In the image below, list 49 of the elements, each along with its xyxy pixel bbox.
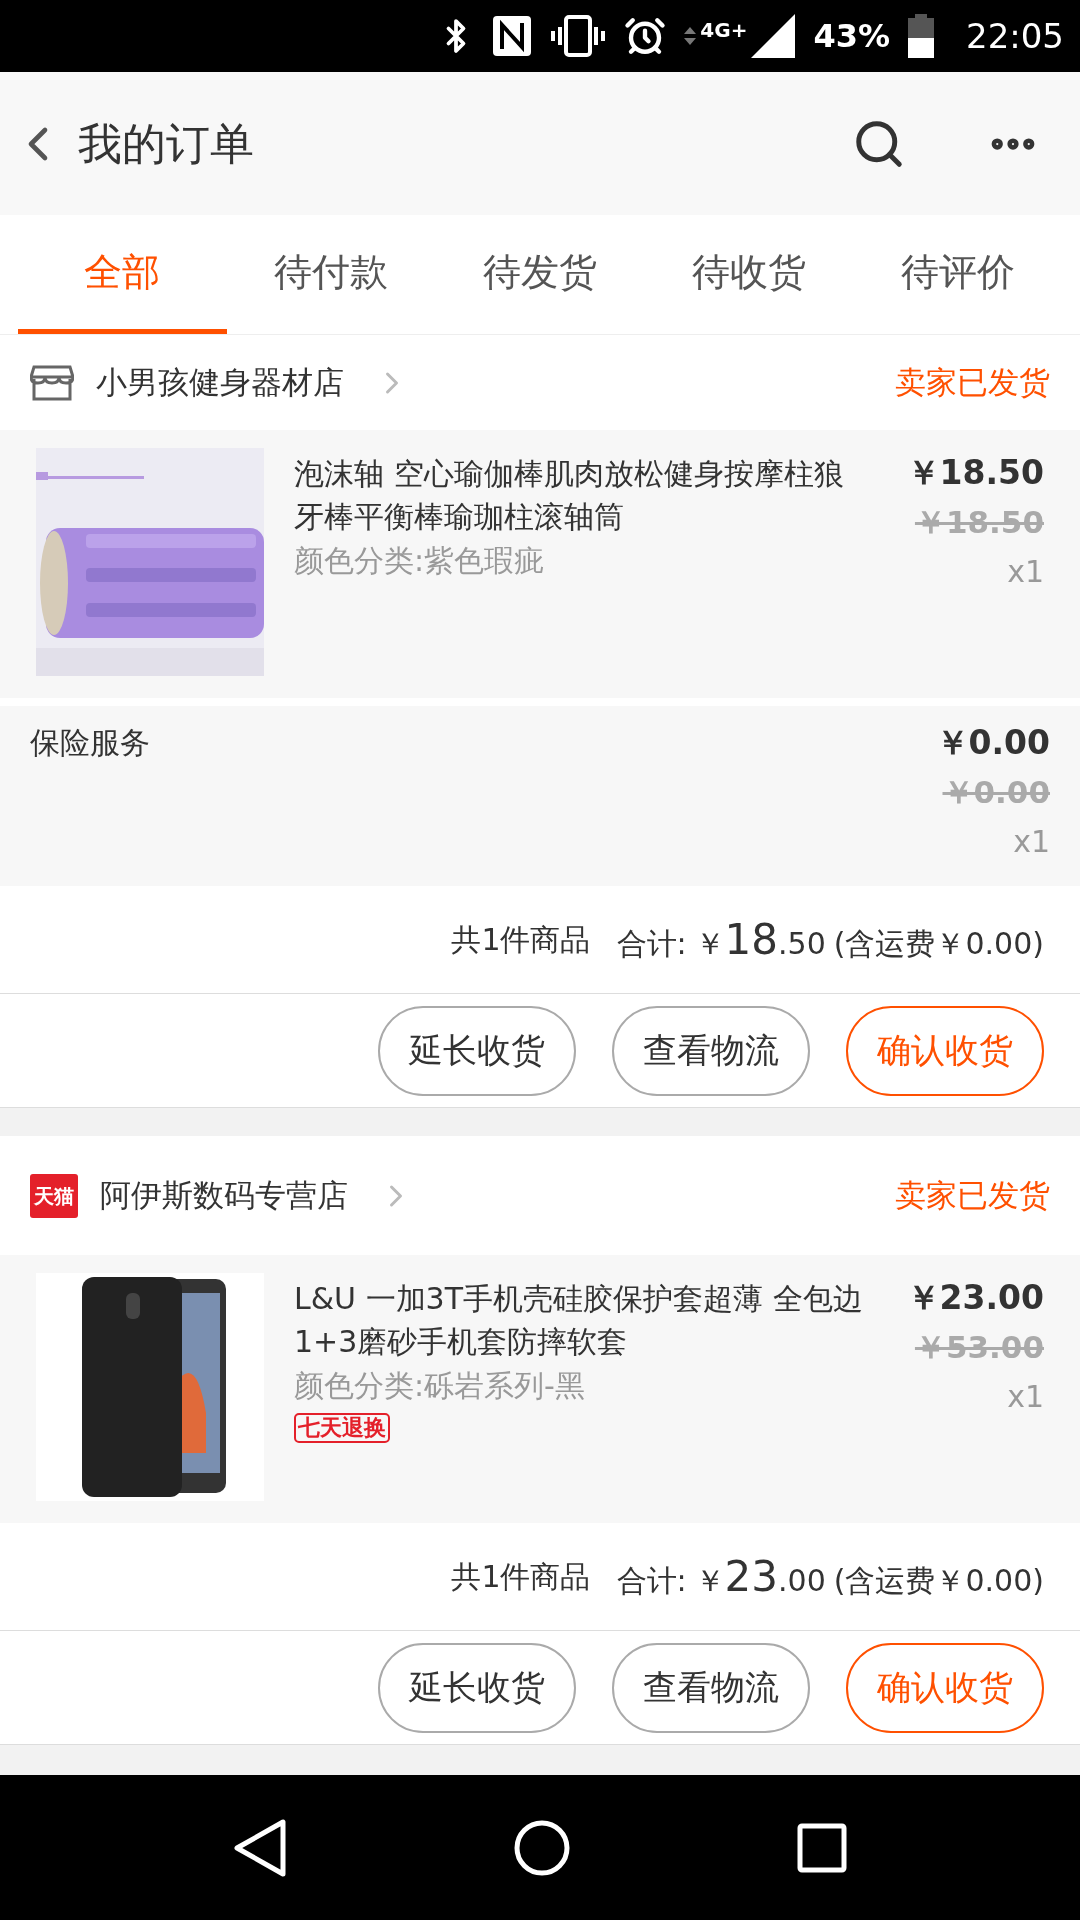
recents-nav-icon[interactable]: [796, 1822, 847, 1873]
battery-icon: [908, 14, 934, 58]
order-status: 卖家已发货: [895, 363, 1050, 403]
quantity: x1: [1007, 1378, 1044, 1416]
original-price: ￥53.00: [914, 1328, 1044, 1367]
home-nav-icon[interactable]: [514, 1819, 570, 1876]
order-status: 卖家已发货: [895, 1176, 1050, 1216]
price: ￥0.00: [935, 722, 1050, 764]
item-count: 共1件商品: [451, 921, 591, 959]
order-action-button[interactable]: 查看物流: [612, 1005, 810, 1096]
order-action-button[interactable]: 查看物流: [612, 1642, 810, 1733]
total-label: 合计:: [616, 925, 687, 963]
page-title: 我的订单: [78, 116, 254, 171]
vibrate-icon: [550, 15, 607, 57]
order-tab[interactable]: 待付款: [226, 215, 436, 334]
total-label: 合计:: [616, 1562, 687, 1600]
battery-percent: 43%: [813, 16, 890, 57]
original-price: ￥18.50: [914, 503, 1044, 542]
order-action-button[interactable]: 延长收货: [378, 1642, 576, 1733]
clock: 22:05: [966, 14, 1064, 58]
order-tab[interactable]: 待发货: [435, 215, 645, 334]
shipping-fee: (含运费￥0.00): [833, 1562, 1044, 1600]
order-tab[interactable]: 待收货: [644, 215, 854, 334]
price: ￥18.50: [906, 452, 1044, 494]
nfc-icon: [492, 15, 533, 57]
quantity: x1: [1013, 823, 1050, 861]
return-policy-tag: 七天退换: [294, 1413, 390, 1443]
total-amount: ￥18.50: [694, 914, 826, 966]
shop-name[interactable]: 阿伊斯数码专营店: [100, 1172, 348, 1219]
alarm-icon: [624, 15, 667, 57]
order-action-button[interactable]: 延长收货: [378, 1005, 576, 1096]
item-count: 共1件商品: [451, 1558, 591, 1596]
data-arrows-icon: [684, 25, 697, 47]
price: ￥23.00: [906, 1277, 1044, 1319]
quantity: x1: [1007, 553, 1044, 591]
original-price: ￥0.00: [942, 773, 1050, 812]
signal-icon: [751, 14, 796, 58]
shop-name[interactable]: 小男孩健身器材店: [96, 359, 344, 406]
tmall-logo: 天猫: [30, 1173, 78, 1218]
network-type: 4G+: [700, 20, 748, 40]
service-title: 保险服务: [30, 724, 151, 762]
back-nav-icon[interactable]: [233, 1817, 288, 1878]
shipping-fee: (含运费￥0.00): [833, 925, 1044, 963]
product-variant: 颜色分类:砾岩系列-黑: [294, 1367, 586, 1405]
product-title[interactable]: L&U 一加3T手机壳硅胶保护套超薄 全包边1+3磨砂手机套防摔软套: [294, 1277, 864, 1363]
total-amount: ￥23.00: [694, 1551, 826, 1603]
product-title[interactable]: 泡沫轴 空心瑜伽棒肌肉放松健身按摩柱狼牙棒平衡棒瑜珈柱滚轴筒: [294, 452, 864, 538]
product-variant: 颜色分类:紫色瑕疵: [294, 542, 546, 580]
order-tab[interactable]: 待评价: [853, 215, 1062, 334]
